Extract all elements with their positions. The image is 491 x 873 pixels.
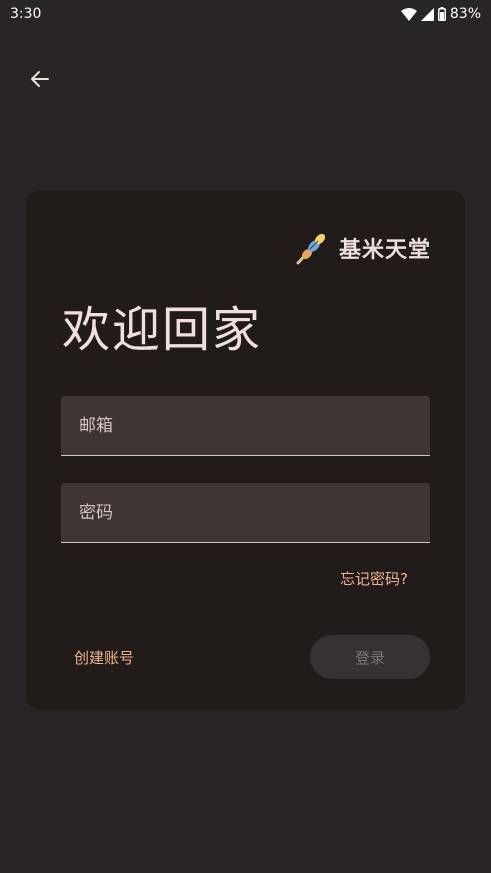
page-title: 欢迎回家 xyxy=(62,302,263,358)
password-field-container xyxy=(61,483,430,543)
forgot-password-link[interactable]: 忘记密码? xyxy=(340,568,408,589)
brand-name: 基米天堂 xyxy=(338,238,431,263)
wifi-icon xyxy=(400,7,417,21)
status-bar: 3:30 83% xyxy=(0,0,491,28)
password-field[interactable] xyxy=(61,483,430,542)
back-button[interactable] xyxy=(24,63,56,95)
email-field-container xyxy=(61,396,430,456)
login-card: 基米天堂 欢迎回家 忘记密码? 创建账号 登录 xyxy=(26,190,465,710)
battery-percent: 83% xyxy=(449,6,481,22)
status-time: 3:30 xyxy=(10,6,42,22)
signal-icon xyxy=(420,7,434,21)
create-account-link[interactable]: 创建账号 xyxy=(74,647,134,668)
status-icons: 83% xyxy=(400,6,481,22)
login-button[interactable]: 登录 xyxy=(310,635,430,679)
email-field[interactable] xyxy=(61,396,430,455)
arrow-left-icon xyxy=(31,71,49,87)
brand: 基米天堂 xyxy=(293,230,431,266)
battery-icon xyxy=(437,7,446,21)
skewer-logo-icon xyxy=(296,233,326,265)
